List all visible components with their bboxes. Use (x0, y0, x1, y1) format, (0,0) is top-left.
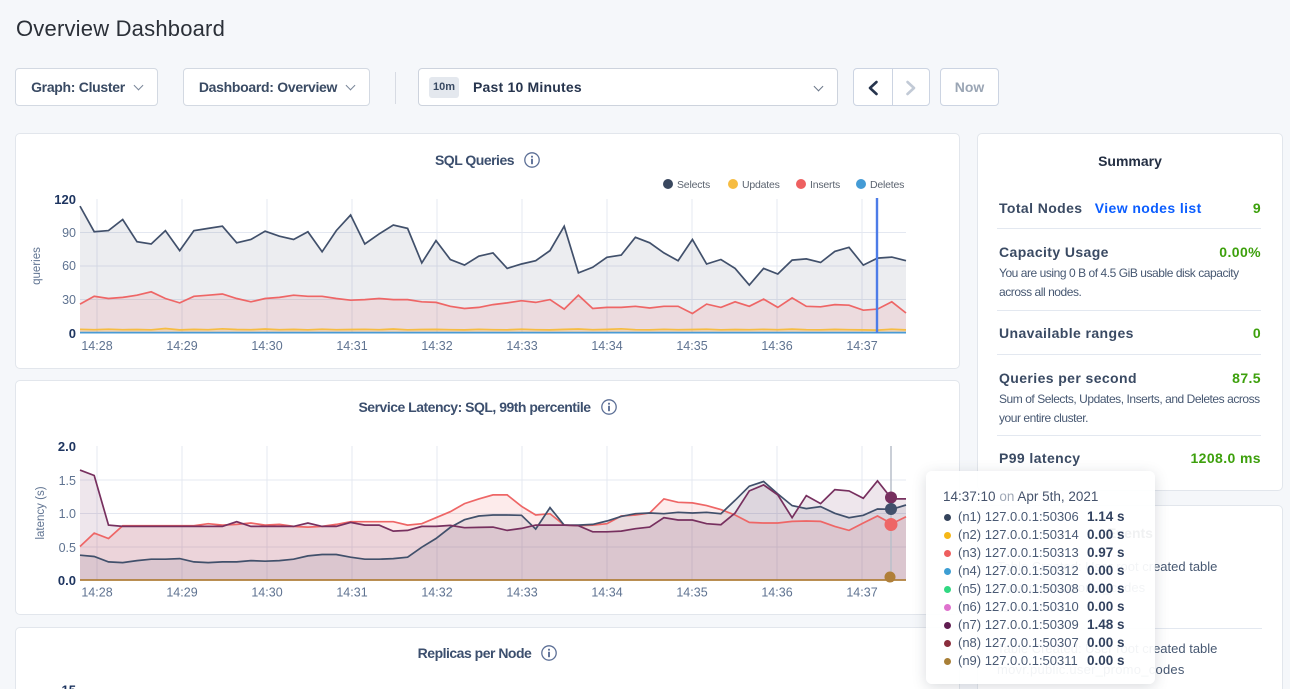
svg-text:15: 15 (62, 683, 76, 689)
svg-text:14:32: 14:32 (421, 586, 452, 600)
svg-text:14:32: 14:32 (421, 339, 452, 353)
svg-text:1.0: 1.0 (59, 507, 76, 521)
svg-text:0.5: 0.5 (59, 541, 76, 555)
svg-text:14:29: 14:29 (166, 586, 197, 600)
svg-text:14:34: 14:34 (591, 339, 622, 353)
svg-text:14:30: 14:30 (251, 586, 282, 600)
svg-text:0: 0 (69, 326, 76, 341)
svg-text:1.5: 1.5 (59, 474, 76, 488)
svg-text:14:31: 14:31 (336, 586, 367, 600)
svg-text:2.0: 2.0 (58, 439, 76, 454)
svg-text:14:37: 14:37 (846, 586, 877, 600)
svg-text:queries: queries (31, 247, 43, 285)
svg-text:14:36: 14:36 (761, 339, 792, 353)
svg-text:14:36: 14:36 (761, 586, 792, 600)
svg-text:latency (s): latency (s) (35, 486, 47, 539)
svg-text:60: 60 (62, 259, 76, 273)
svg-text:14:33: 14:33 (506, 339, 537, 353)
svg-text:90: 90 (62, 226, 76, 240)
svg-text:14:28: 14:28 (81, 339, 112, 353)
svg-text:14:35: 14:35 (676, 586, 707, 600)
svg-text:14:35: 14:35 (676, 339, 707, 353)
svg-text:14:33: 14:33 (506, 586, 537, 600)
svg-text:30: 30 (62, 293, 76, 307)
svg-text:14:37: 14:37 (846, 339, 877, 353)
svg-text:120: 120 (54, 192, 76, 207)
svg-text:0.0: 0.0 (58, 573, 76, 588)
svg-text:14:31: 14:31 (336, 339, 367, 353)
svg-text:14:30: 14:30 (251, 339, 282, 353)
svg-text:14:29: 14:29 (166, 339, 197, 353)
svg-text:14:34: 14:34 (591, 586, 622, 600)
svg-text:14:28: 14:28 (81, 586, 112, 600)
